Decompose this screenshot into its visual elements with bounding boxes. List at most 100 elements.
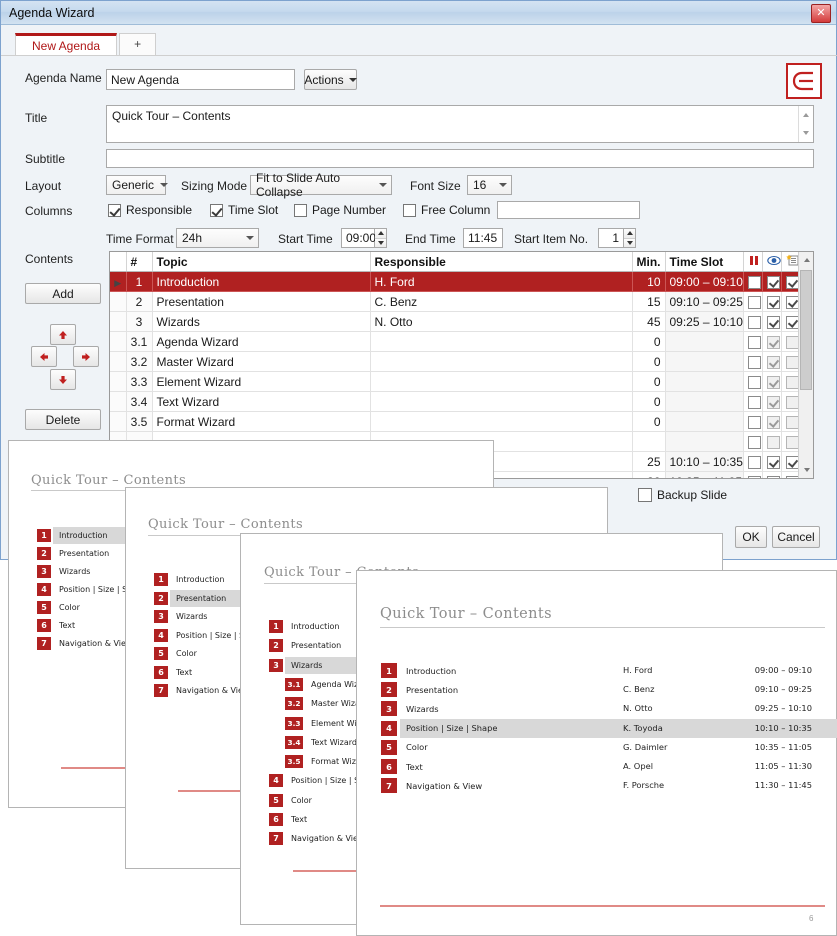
- cell-min[interactable]: 10: [632, 272, 665, 292]
- tab-add-new[interactable]: +: [119, 33, 156, 55]
- cell-checkbox-pause-box[interactable]: [748, 416, 761, 429]
- cell-topic[interactable]: Element Wizard: [152, 372, 370, 392]
- slide-item[interactable]: 1Introduction: [154, 573, 224, 586]
- cell-checkbox-pause[interactable]: [743, 272, 762, 292]
- cell-min[interactable]: 0: [632, 392, 665, 412]
- checkbox-time-slot-box[interactable]: [210, 204, 223, 217]
- header-num[interactable]: #: [126, 252, 152, 272]
- cell-checkbox-visible-box[interactable]: [767, 336, 780, 349]
- table-row[interactable]: 3.5Format Wizard0: [110, 412, 800, 432]
- checkbox-responsible-box[interactable]: [108, 204, 121, 217]
- table-row[interactable]: 3.4Text Wizard0: [110, 392, 800, 412]
- cell-min[interactable]: [632, 432, 665, 452]
- start-item-no-down-icon[interactable]: [624, 239, 635, 248]
- cell-checkbox-new-slide-box[interactable]: [786, 376, 799, 389]
- cell-checkbox-visible-box[interactable]: [767, 296, 780, 309]
- cell-checkbox-pause[interactable]: [743, 412, 762, 432]
- scroll-up-icon[interactable]: [799, 252, 814, 268]
- title-scroll-up-icon[interactable]: [799, 106, 813, 124]
- grid-scrollbar[interactable]: [798, 252, 813, 478]
- cell-topic[interactable]: Master Wizard: [152, 352, 370, 372]
- start-item-no-field[interactable]: 1: [598, 228, 636, 248]
- cell-checkbox-visible[interactable]: [762, 452, 781, 472]
- row-selector[interactable]: [110, 412, 126, 432]
- cell-checkbox-pause-box[interactable]: [748, 356, 761, 369]
- cancel-button[interactable]: Cancel: [772, 526, 820, 548]
- actions-button[interactable]: Actions: [304, 69, 357, 90]
- start-item-no-spinner[interactable]: [624, 228, 636, 248]
- header-eye-icon[interactable]: [762, 252, 781, 272]
- checkbox-free-column[interactable]: Free Column: [403, 203, 490, 217]
- cell-checkbox-visible[interactable]: [762, 372, 781, 392]
- cell-checkbox-visible-box[interactable]: [767, 436, 780, 449]
- end-time-value[interactable]: 11:45: [463, 228, 503, 248]
- cell-topic[interactable]: Format Wizard: [152, 412, 370, 432]
- cell-checkbox-pause-box[interactable]: [748, 436, 761, 449]
- slide-item[interactable]: 5Color: [381, 740, 428, 755]
- tab-new-agenda[interactable]: New Agenda: [15, 33, 117, 55]
- header-responsible[interactable]: Responsible: [370, 252, 632, 272]
- cell-responsible[interactable]: C. Benz: [370, 292, 632, 312]
- title-scroll-down-icon[interactable]: [799, 124, 813, 142]
- start-time-spinner[interactable]: [375, 228, 387, 248]
- cell-checkbox-pause-box[interactable]: [748, 336, 761, 349]
- cell-checkbox-pause[interactable]: [743, 372, 762, 392]
- cell-checkbox-pause[interactable]: [743, 312, 762, 332]
- slide-item[interactable]: 7Navigation & View: [269, 832, 364, 845]
- cell-checkbox-new-slide-box[interactable]: [786, 456, 799, 469]
- start-time-down-icon[interactable]: [375, 239, 386, 248]
- ok-button[interactable]: OK: [735, 526, 767, 548]
- start-time-field[interactable]: 09:00: [341, 228, 387, 248]
- slide-item[interactable]: 2Presentation: [269, 639, 341, 652]
- cell-checkbox-visible[interactable]: [762, 292, 781, 312]
- cell-checkbox-visible[interactable]: [762, 332, 781, 352]
- agenda-name-input[interactable]: [106, 69, 295, 90]
- table-row[interactable]: 3.2Master Wizard0: [110, 352, 800, 372]
- slide-item[interactable]: 6Text: [269, 813, 307, 826]
- cell-checkbox-pause-box[interactable]: [748, 456, 761, 469]
- move-up-button[interactable]: [50, 324, 76, 345]
- header-topic[interactable]: Topic: [152, 252, 370, 272]
- table-row[interactable]: ▶1IntroductionH. Ford1009:00 – 09:10: [110, 272, 800, 292]
- cell-checkbox-visible-box[interactable]: [767, 356, 780, 369]
- cell-responsible[interactable]: N. Otto: [370, 312, 632, 332]
- start-item-no-up-icon[interactable]: [624, 229, 635, 239]
- header-pause-icon[interactable]: [743, 252, 762, 272]
- cell-responsible[interactable]: H. Ford: [370, 272, 632, 292]
- cell-checkbox-new-slide-box[interactable]: [786, 336, 799, 349]
- cell-min[interactable]: 0: [632, 412, 665, 432]
- cell-checkbox-visible[interactable]: [762, 272, 781, 292]
- cell-checkbox-new-slide-box[interactable]: [786, 276, 799, 289]
- slide-item[interactable]: 2Presentation: [381, 682, 458, 697]
- cell-checkbox-visible[interactable]: [762, 432, 781, 452]
- slide-item[interactable]: 3Wizards: [381, 701, 439, 716]
- cell-responsible[interactable]: [370, 372, 632, 392]
- slide-item[interactable]: 2Presentation: [154, 592, 226, 605]
- slide-item[interactable]: 5Color: [269, 794, 312, 807]
- row-selector[interactable]: [110, 352, 126, 372]
- cell-topic[interactable]: Agenda Wizard: [152, 332, 370, 352]
- cell-checkbox-new-slide-box[interactable]: [786, 356, 799, 369]
- cell-checkbox-visible[interactable]: [762, 392, 781, 412]
- checkbox-responsible[interactable]: Responsible: [108, 203, 192, 217]
- cell-topic[interactable]: Wizards: [152, 312, 370, 332]
- row-selector[interactable]: [110, 312, 126, 332]
- cell-responsible[interactable]: [370, 392, 632, 412]
- slide-item[interactable]: 3.4Text Wizard: [285, 736, 357, 749]
- header-time-slot[interactable]: Time Slot: [665, 252, 743, 272]
- slide-item[interactable]: 6Text: [154, 666, 192, 679]
- cell-topic[interactable]: Introduction: [152, 272, 370, 292]
- cell-checkbox-pause-box[interactable]: [748, 316, 761, 329]
- cell-checkbox-visible[interactable]: [762, 312, 781, 332]
- start-time-up-icon[interactable]: [375, 229, 386, 239]
- cell-topic[interactable]: Presentation: [152, 292, 370, 312]
- add-button[interactable]: Add: [25, 283, 101, 304]
- cell-checkbox-pause-box[interactable]: [748, 376, 761, 389]
- slide-item[interactable]: 7Navigation & View: [381, 778, 482, 793]
- slide-item[interactable]: 3Wizards: [269, 659, 322, 672]
- delete-button[interactable]: Delete: [25, 409, 101, 430]
- cell-responsible[interactable]: [370, 412, 632, 432]
- start-time-value[interactable]: 09:00: [341, 228, 375, 248]
- row-selector[interactable]: [110, 332, 126, 352]
- cell-checkbox-new-slide-box[interactable]: [786, 416, 799, 429]
